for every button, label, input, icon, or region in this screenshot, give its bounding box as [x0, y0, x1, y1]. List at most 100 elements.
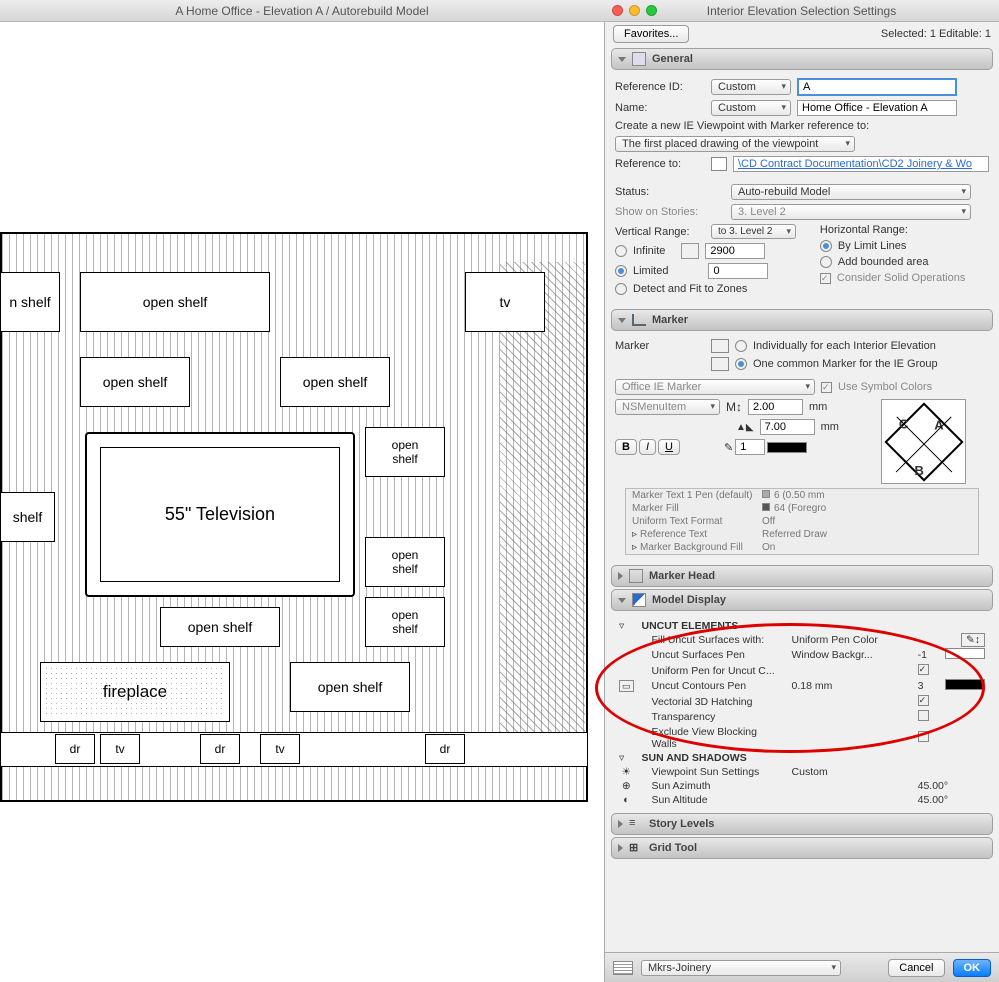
- status-label: Status:: [615, 186, 725, 198]
- elevation-drawing: n shelf open shelf tv open shelf open sh…: [0, 232, 590, 832]
- favorites-button[interactable]: Favorites...: [613, 25, 689, 43]
- ref-to-label: Reference to:: [615, 158, 705, 170]
- shelf: open shelf: [80, 272, 270, 332]
- section-grid-tool[interactable]: ⊞ Grid Tool: [611, 837, 993, 859]
- general-body: Reference ID: Custom Name: Custom Create…: [605, 72, 999, 307]
- shelf: open shelf: [290, 662, 410, 712]
- shelf: openshelf: [365, 537, 445, 587]
- marker-label: Marker: [615, 340, 705, 352]
- ref-id-input[interactable]: [797, 78, 957, 96]
- v-top-input[interactable]: [705, 243, 765, 259]
- vrange-icon: [681, 243, 699, 259]
- layer-icon: [613, 961, 633, 975]
- disclose-icon: [618, 57, 626, 62]
- shelf: n shelf: [0, 272, 60, 332]
- name-select[interactable]: Custom: [711, 100, 791, 116]
- vp-select[interactable]: The first placed drawing of the viewpoin…: [615, 136, 855, 152]
- underline-button[interactable]: U: [658, 439, 680, 455]
- pen-swatch[interactable]: [767, 442, 807, 453]
- shelf: open shelf: [280, 357, 390, 407]
- section-story-levels[interactable]: ≡ Story Levels: [611, 813, 993, 835]
- shelf: shelf: [0, 492, 55, 542]
- section-marker[interactable]: Marker: [611, 309, 993, 331]
- shelf: open shelf: [80, 357, 190, 407]
- main-titlebar: A Home Office - Elevation A / Autorebuil…: [0, 0, 604, 22]
- layer-select[interactable]: Mkrs-Joinery: [641, 960, 841, 976]
- drawer: tv: [260, 734, 300, 764]
- vrange-label: Vertical Range:: [615, 226, 705, 238]
- minimize-icon[interactable]: [629, 5, 640, 16]
- vrange-to-select[interactable]: to 3. Level 2: [711, 224, 796, 239]
- model-display-table[interactable]: ▿UNCUT ELEMENTS Fill Uncut Surfaces with…: [615, 619, 989, 807]
- cancel-button[interactable]: Cancel: [888, 959, 944, 977]
- section-model-display[interactable]: Model Display: [611, 589, 993, 611]
- reference-path[interactable]: \CD Contract Documentation\CD2 Joinery &…: [733, 156, 989, 172]
- drawer: dr: [55, 734, 95, 764]
- shelf: openshelf: [365, 427, 445, 477]
- marker-size-1[interactable]: [748, 399, 803, 415]
- hrange-label: Horizontal Range:: [820, 224, 908, 236]
- ref-id-label: Reference ID:: [615, 81, 705, 93]
- ref-id-select[interactable]: Custom: [711, 79, 791, 95]
- marker-common-radio[interactable]: [735, 358, 747, 370]
- marker-settings-list[interactable]: Marker Text 1 Pen (default)6 (0.50 mm Ma…: [625, 488, 979, 555]
- pen-input[interactable]: [735, 439, 765, 455]
- panel-titlebar: Interior Elevation Selection Settings: [604, 0, 999, 22]
- marker-head-icon: [629, 569, 643, 583]
- selection-count: Selected: 1 Editable: 1: [881, 28, 991, 40]
- disclose-icon: [618, 572, 623, 580]
- tv-label: 55" Television: [100, 447, 340, 582]
- stories-select: 3. Level 2: [731, 204, 971, 220]
- grid-tool-icon: ⊞: [629, 841, 643, 855]
- addbound-radio[interactable]: [820, 256, 832, 268]
- marker-type-select[interactable]: Office IE Marker: [615, 379, 815, 395]
- marker-icon: [632, 314, 646, 326]
- name-input[interactable]: [797, 100, 957, 116]
- consider-check: [820, 273, 831, 284]
- limited-radio[interactable]: [615, 265, 627, 277]
- bottom-bar: Mkrs-Joinery Cancel OK: [605, 952, 999, 982]
- status-select[interactable]: Auto-rebuild Model: [731, 184, 971, 200]
- marker-preview: A C B: [881, 399, 966, 484]
- create-vp-label: Create a new IE Viewpoint with Marker re…: [615, 120, 869, 132]
- shelf: open shelf: [160, 607, 280, 647]
- bold-button[interactable]: B: [615, 439, 637, 455]
- ok-button[interactable]: OK: [953, 959, 992, 977]
- disclose-icon: [618, 318, 626, 323]
- marker-indiv-radio[interactable]: [735, 340, 747, 352]
- v-bot-input[interactable]: [708, 263, 768, 279]
- name-label: Name:: [615, 102, 705, 114]
- marker-mode-icon-2: [711, 357, 729, 371]
- symbol-colors-check[interactable]: [821, 382, 832, 393]
- main-title: A Home Office - Elevation A / Autorebuil…: [175, 4, 428, 18]
- window-controls[interactable]: [612, 5, 657, 16]
- shelf: openshelf: [365, 597, 445, 647]
- panel-title: Interior Elevation Selection Settings: [707, 4, 896, 18]
- drawer: dr: [425, 734, 465, 764]
- infinite-radio[interactable]: [615, 245, 627, 257]
- drawer: tv: [100, 734, 140, 764]
- shelf: tv: [465, 272, 545, 332]
- zoom-icon[interactable]: [646, 5, 657, 16]
- drawing-canvas[interactable]: n shelf open shelf tv open shelf open sh…: [0, 22, 604, 982]
- italic-button[interactable]: I: [639, 439, 656, 455]
- section-general[interactable]: General: [611, 48, 993, 70]
- disclose-icon: [618, 844, 623, 852]
- settings-panel: Favorites... Selected: 1 Editable: 1 Gen…: [604, 22, 999, 982]
- bylimit-radio[interactable]: [820, 240, 832, 252]
- story-levels-icon: ≡: [629, 817, 643, 831]
- stories-label: Show on Stories:: [615, 206, 725, 218]
- model-display-body: ▿UNCUT ELEMENTS Fill Uncut Surfaces with…: [605, 613, 999, 811]
- section-marker-head[interactable]: Marker Head: [611, 565, 993, 587]
- drawing-icon: [711, 157, 727, 171]
- ns-select[interactable]: NSMenuItem: [615, 399, 720, 415]
- marker-size-2[interactable]: [760, 419, 815, 435]
- drawer: dr: [200, 734, 240, 764]
- close-icon[interactable]: [612, 5, 623, 16]
- disclose-icon: [618, 820, 623, 828]
- general-icon: [632, 52, 646, 66]
- marker-mode-icon-1: [711, 339, 729, 353]
- model-display-icon: [632, 593, 646, 607]
- disclose-icon: [618, 598, 626, 603]
- detect-radio[interactable]: [615, 283, 627, 295]
